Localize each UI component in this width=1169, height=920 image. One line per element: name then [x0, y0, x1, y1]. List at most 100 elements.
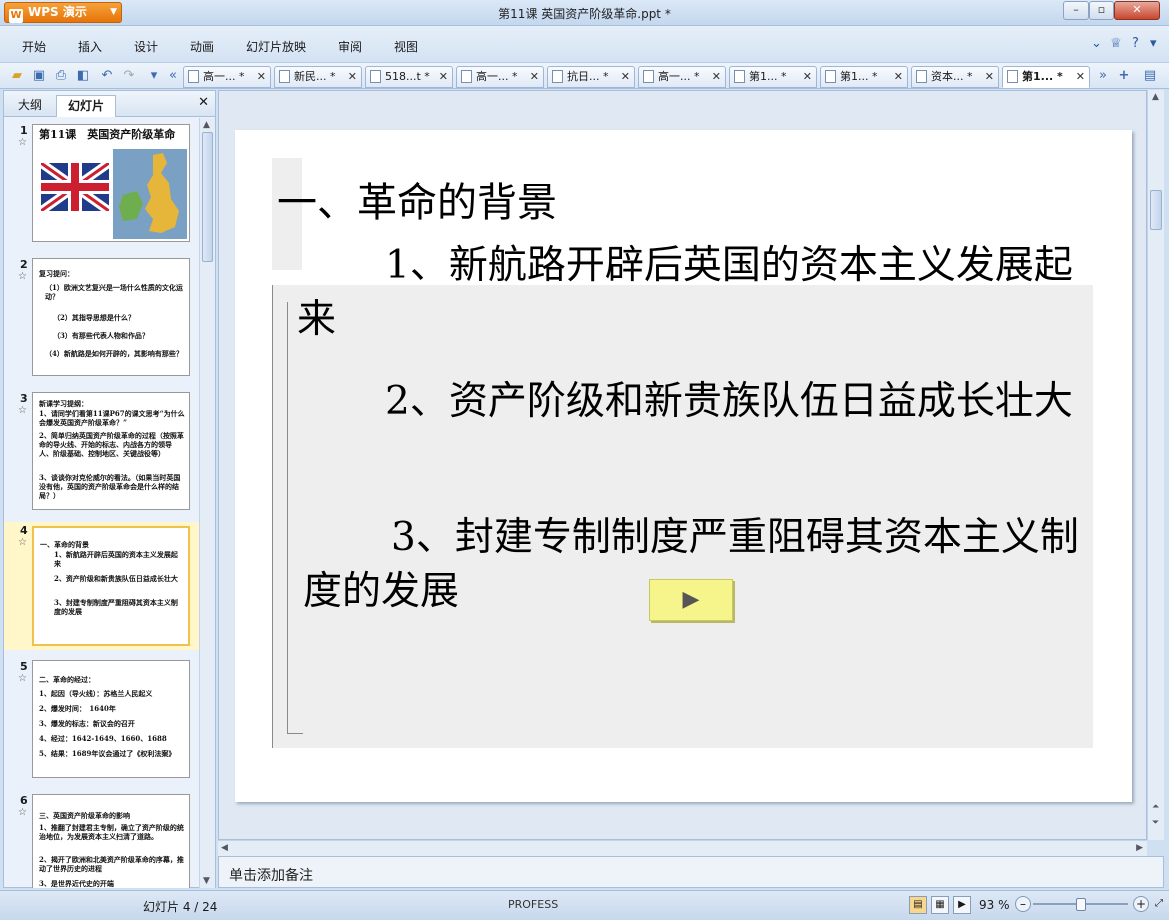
toolbar-more-icon[interactable]: ▾	[145, 67, 163, 85]
slide-number: 2	[20, 258, 28, 271]
thumb-line: 复习提问：	[39, 269, 74, 278]
undo-icon[interactable]: ↶	[98, 67, 116, 85]
slide-thumbnail[interactable]: 第11课 英国资产阶级革命	[32, 124, 190, 242]
thumb-line: 2、资产阶级和新贵族队伍日益成长壮大	[54, 574, 178, 583]
prev-slide-icon[interactable]: ⏶	[1152, 802, 1159, 812]
thumbnail-list: 1 ☆ 第11课 英国资产阶级革命 2 ☆ 复习提问： （1）欧洲文艺复兴是一场…	[4, 118, 199, 888]
notes-pane[interactable]: 单击添加备注	[218, 856, 1164, 888]
thumbnail-row[interactable]: 6 ☆ 三、英国资产阶级革命的影响 1、推翻了封建君主专制，确立了资产阶级的统治…	[4, 792, 199, 888]
doc-tab[interactable]: 新民... * ✕	[274, 66, 362, 88]
open-icon[interactable]: ▰	[8, 67, 26, 85]
tab-close-icon[interactable]: ✕	[712, 67, 721, 87]
new-tab-icon[interactable]: +	[1115, 67, 1133, 85]
theme-name: PROFESS	[508, 898, 559, 911]
doc-tab-active[interactable]: 第1... * ✕	[1002, 66, 1090, 88]
slide-thumbnail[interactable]: 复习提问： （1）欧洲文艺复兴是一场什么性质的文化运动？ （2）其指导思想是什么…	[32, 258, 190, 376]
zoom-slider-knob[interactable]	[1075, 898, 1086, 911]
help-icon[interactable]: ?	[1132, 36, 1139, 51]
thumbnail-row[interactable]: 5 ☆ 二、革命的经过： 1、起因（导火线）：苏格兰人民起义 2、爆发时间： 1…	[4, 658, 199, 782]
collapse-ribbon-icon[interactable]: ⌄	[1091, 36, 1102, 51]
tab-close-icon[interactable]: ✕	[894, 67, 903, 87]
thumb-line: 2、爆发时间： 1640年	[39, 704, 116, 713]
thumbnail-scrollbar[interactable]: ▲ ▼	[199, 118, 215, 888]
tabs-scroll-left-icon[interactable]: «	[164, 67, 182, 85]
thumb-line: 1、起因（导火线）：苏格兰人民起义	[39, 689, 153, 698]
slide-sorter-view-icon[interactable]: ▦	[931, 896, 949, 914]
print-preview-icon[interactable]: ◧	[74, 67, 92, 85]
thumbnail-row[interactable]: 1 ☆ 第11课 英国资产阶级革命	[4, 122, 199, 246]
doc-tab[interactable]: 高一... * ✕	[638, 66, 726, 88]
print-icon[interactable]: ⎙	[52, 67, 70, 85]
doc-tab[interactable]: 抗日... * ✕	[547, 66, 635, 88]
scroll-up-icon[interactable]: ▲	[1152, 92, 1159, 102]
menu-animation[interactable]: 动画	[190, 38, 214, 55]
doc-tab[interactable]: 资本... * ✕	[911, 66, 999, 88]
thumbnail-row-selected[interactable]: 4 ☆ 一、革命的背景 1、新航路开辟后英国的资本主义发展起来 2、资产阶级和新…	[4, 522, 199, 650]
thumb-line: （1）欧洲文艺复兴是一场什么性质的文化运动？	[45, 283, 183, 301]
bullet-point[interactable]: 2、资产阶级和新贵族队伍日益成长壮大	[297, 375, 1097, 429]
doc-tab[interactable]: 第1... * ✕	[820, 66, 908, 88]
scroll-left-icon[interactable]: ◀	[221, 843, 228, 853]
slide-thumbnail[interactable]: 三、英国资产阶级革命的影响 1、推翻了封建君主专制，确立了资产阶级的统治地位，为…	[32, 794, 190, 888]
skin-icon[interactable]: ♕	[1110, 36, 1122, 51]
bullet-point[interactable]: 1、新航路开辟后英国的资本主义发展起来	[297, 239, 1097, 347]
tab-close-icon[interactable]: ✕	[257, 67, 266, 87]
menu-design[interactable]: 设计	[134, 38, 158, 55]
scrollbar-thumb[interactable]	[1150, 190, 1162, 230]
tab-close-icon[interactable]: ✕	[439, 67, 448, 87]
slide-thumbnail[interactable]: 新课学习提纲： 1、请同学们看第11课P67的课文思考“为什么会爆发英国资产阶级…	[32, 392, 190, 510]
menu-home[interactable]: 开始	[22, 38, 46, 55]
help-dropdown-icon[interactable]: ▾	[1150, 36, 1157, 51]
scrollbar-thumb[interactable]	[202, 132, 213, 262]
tab-close-icon[interactable]: ✕	[803, 67, 812, 87]
doc-tab[interactable]: 518...t * ✕	[365, 66, 453, 88]
tab-list-icon[interactable]: ▤	[1141, 67, 1159, 85]
scroll-down-icon[interactable]: ▼	[203, 876, 210, 886]
doc-tab[interactable]: 高一... * ✕	[456, 66, 544, 88]
thumbnail-row[interactable]: 2 ☆ 复习提问： （1）欧洲文艺复兴是一场什么性质的文化运动？ （2）其指导思…	[4, 256, 199, 380]
tab-slides[interactable]: 幻灯片	[56, 95, 116, 117]
maximize-button[interactable]: ▫	[1089, 1, 1114, 20]
slideshow-view-icon[interactable]: ▶	[953, 896, 971, 914]
scroll-up-icon[interactable]: ▲	[203, 120, 210, 130]
thumb-line: 3、是世界近代史的开端	[39, 879, 114, 888]
menu-slideshow[interactable]: 幻灯片放映	[246, 38, 306, 55]
thumb-line: 新课学习提纲：	[39, 399, 88, 408]
menu-insert[interactable]: 插入	[78, 38, 102, 55]
doc-tab[interactable]: 第1... * ✕	[729, 66, 817, 88]
zoom-level[interactable]: 93 %	[979, 898, 1010, 912]
save-icon[interactable]: ▣	[30, 67, 48, 85]
slide-canvas[interactable]: 一、革命的背景 1、新航路开辟后英国的资本主义发展起来 2、资产阶级和新贵族队伍…	[235, 130, 1132, 802]
tabs-scroll-right-icon[interactable]: »	[1094, 67, 1112, 85]
slide-thumbnail[interactable]: 二、革命的经过： 1、起因（导火线）：苏格兰人民起义 2、爆发时间： 1640年…	[32, 660, 190, 778]
redo-icon[interactable]: ↷	[120, 67, 138, 85]
minimize-button[interactable]: –	[1063, 1, 1089, 20]
slide-heading[interactable]: 一、革命的背景	[277, 170, 557, 228]
zoom-out-icon[interactable]: –	[1015, 896, 1031, 912]
thumbnail-row[interactable]: 3 ☆ 新课学习提纲： 1、请同学们看第11课P67的课文思考“为什么会爆发英国…	[4, 390, 199, 514]
scroll-right-icon[interactable]: ▶	[1136, 843, 1143, 853]
next-slide-icon[interactable]: ⏷	[1152, 818, 1159, 828]
slide-counter: 幻灯片 4 / 24	[143, 900, 218, 914]
tab-close-icon[interactable]: ✕	[348, 67, 357, 87]
tab-close-icon[interactable]: ✕	[530, 67, 539, 87]
close-button[interactable]: ✕	[1114, 1, 1160, 20]
thumb-line: 3、封建专制制度严重阻碍其资本主义制度的发展	[54, 598, 178, 616]
ppt-file-icon	[1007, 70, 1018, 83]
play-action-button[interactable]: ▶	[649, 579, 733, 621]
close-panel-icon[interactable]: ✕	[198, 95, 209, 110]
editor-vertical-scrollbar[interactable]: ▲ ⏶ ⏷	[1147, 90, 1164, 840]
editor-horizontal-scrollbar[interactable]: ◀ ▶	[218, 840, 1147, 856]
fit-window-icon[interactable]: ⤢	[1153, 896, 1165, 914]
tab-close-icon[interactable]: ✕	[1076, 67, 1085, 87]
tab-outline[interactable]: 大纲	[10, 95, 50, 117]
doc-tab[interactable]: 高一... * ✕	[183, 66, 271, 88]
slide-thumbnail[interactable]: 一、革命的背景 1、新航路开辟后英国的资本主义发展起来 2、资产阶级和新贵族队伍…	[32, 526, 190, 646]
tab-close-icon[interactable]: ✕	[621, 67, 630, 87]
tab-close-icon[interactable]: ✕	[985, 67, 994, 87]
menu-review[interactable]: 审阅	[338, 38, 362, 55]
zoom-in-icon[interactable]: +	[1133, 896, 1149, 912]
thumb-line: 1、新航路开辟后英国的资本主义发展起来	[54, 550, 178, 568]
menu-view[interactable]: 视图	[394, 38, 418, 55]
normal-view-icon[interactable]: ▤	[909, 896, 927, 914]
